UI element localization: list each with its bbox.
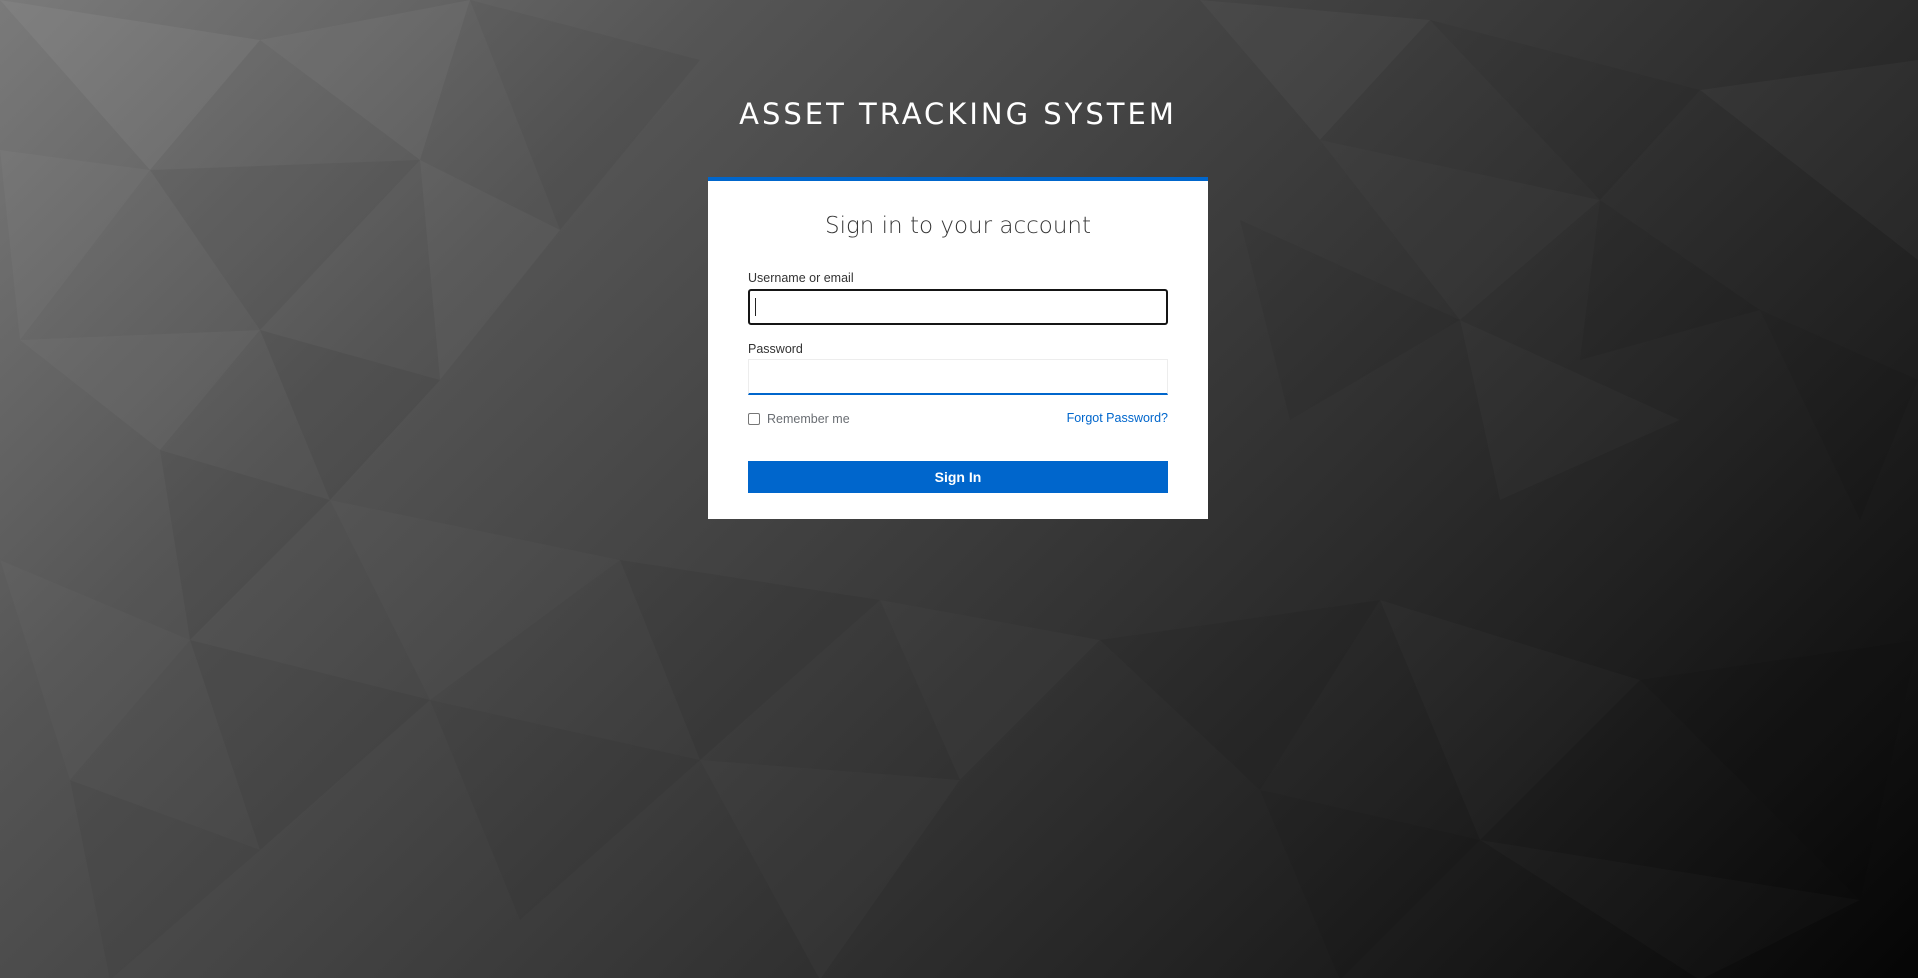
login-card: Sign in to your account Username or emai… <box>708 177 1208 519</box>
forgot-password-link[interactable]: Forgot Password? <box>1067 411 1168 425</box>
sign-in-button[interactable]: Sign In <box>748 461 1168 493</box>
text-cursor <box>755 298 756 316</box>
app-title: ASSET TRACKING SYSTEM <box>739 97 1177 132</box>
username-input[interactable] <box>748 289 1168 325</box>
login-heading: Sign in to your account <box>824 213 1092 239</box>
password-label: Password <box>748 342 803 356</box>
remember-me-checkbox[interactable] <box>748 413 760 425</box>
remember-me-label[interactable]: Remember me <box>767 412 850 426</box>
remember-me-row[interactable]: Remember me <box>748 411 850 427</box>
login-page: ASSET TRACKING SYSTEM Sign in to your ac… <box>0 0 1918 980</box>
username-label: Username or email <box>748 271 854 285</box>
password-input[interactable] <box>748 359 1168 395</box>
